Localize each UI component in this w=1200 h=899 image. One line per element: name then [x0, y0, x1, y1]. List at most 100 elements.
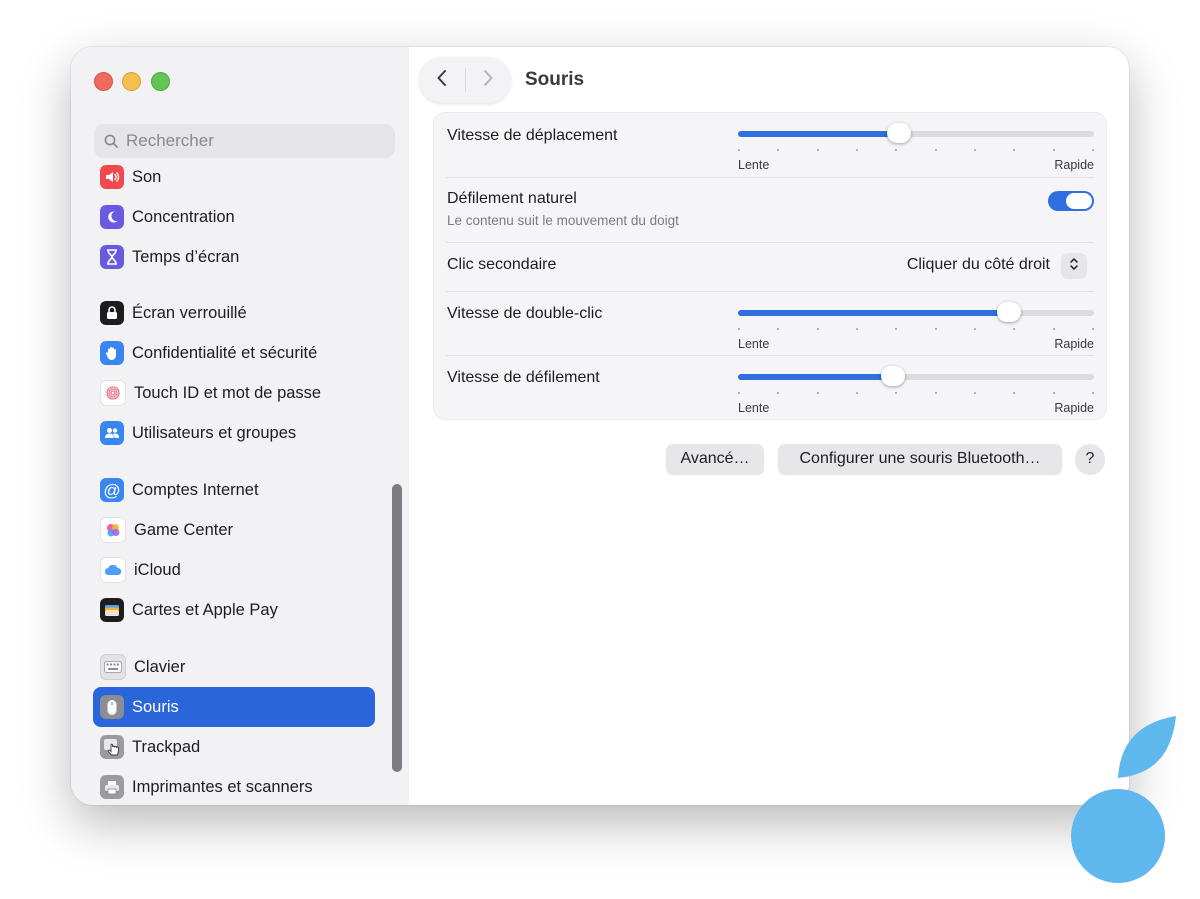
- fingerprint-icon: [100, 380, 126, 406]
- hand-icon: [100, 341, 124, 365]
- sidebar-item-label: Clavier: [134, 657, 186, 676]
- sidebar-item-souris[interactable]: Souris: [93, 687, 375, 727]
- slider-tick: [777, 149, 780, 151]
- sidebar-item-concentration[interactable]: Concentration: [93, 197, 375, 237]
- slider-min-label: Lente: [738, 337, 770, 351]
- users-icon: [100, 421, 124, 445]
- slider-tick: [777, 392, 780, 394]
- sidebar-item-imprimantes[interactable]: Imprimantes et scanners: [93, 767, 375, 805]
- sidebar-item-touch-id[interactable]: Touch ID et mot de passe: [93, 373, 375, 413]
- wallet-icon: [100, 598, 124, 622]
- slider-tick: [974, 392, 976, 394]
- back-button[interactable]: [419, 57, 465, 103]
- slider-fill: [738, 374, 892, 380]
- tracking-speed-label: Vitesse de déplacement: [447, 127, 618, 144]
- sidebar-item-label: Son: [132, 167, 162, 186]
- scroll-speed-slider[interactable]: Lente Rapide: [738, 366, 1094, 415]
- sidebar-item-label: Trackpad: [132, 737, 201, 756]
- chevron-up-down-icon: [1069, 257, 1079, 276]
- hourglass-icon: [100, 245, 124, 269]
- natural-scrolling-toggle[interactable]: [1048, 191, 1094, 211]
- trackpad-icon: [100, 735, 124, 759]
- slider-thumb[interactable]: [996, 302, 1021, 322]
- sidebar-item-trackpad[interactable]: Trackpad: [93, 727, 375, 767]
- sidebar-item-son[interactable]: Son: [93, 157, 375, 197]
- sidebar-item-temps-ecran[interactable]: Temps d’écran: [93, 237, 375, 277]
- sidebar-item-icloud[interactable]: iCloud: [93, 550, 375, 590]
- slider-fill: [738, 310, 1016, 316]
- slider-tick: [974, 149, 976, 151]
- zoom-window-button[interactable]: [151, 72, 170, 91]
- sidebar-item-label: Cartes et Apple Pay: [132, 600, 278, 619]
- toggle-knob: [1066, 193, 1092, 209]
- mouse-icon: [100, 695, 124, 719]
- minimize-window-button[interactable]: [122, 72, 141, 91]
- slider-tick: [1013, 149, 1016, 151]
- slider-tick: [738, 149, 740, 151]
- configure-bluetooth-mouse-button[interactable]: Configurer une souris Bluetooth…: [778, 444, 1062, 474]
- slider-fill: [738, 131, 899, 137]
- keyboard-icon: [100, 654, 126, 680]
- slider-tick: [934, 392, 937, 394]
- slider-ticks: [738, 392, 1094, 396]
- advanced-button[interactable]: Avancé…: [666, 444, 764, 474]
- sidebar-item-confidentialite[interactable]: Confidentialité et sécurité: [93, 333, 375, 373]
- slider-tick: [1092, 149, 1094, 151]
- secondary-click-row: Clic secondaire Cliquer du côté droit: [434, 243, 1106, 291]
- cloud-icon: [100, 557, 126, 583]
- sidebar-item-label: Utilisateurs et groupes: [132, 423, 297, 442]
- double-click-speed-slider[interactable]: Lente Rapide: [738, 302, 1094, 351]
- secondary-click-popup-button[interactable]: [1061, 253, 1087, 279]
- slider-thumb[interactable]: [887, 123, 912, 143]
- sidebar-item-ecran-verrouille[interactable]: Écran verrouillé: [93, 293, 375, 333]
- slider-thumb[interactable]: [880, 366, 905, 386]
- forward-button[interactable]: [465, 57, 511, 103]
- printer-icon: [100, 775, 124, 799]
- slider-tick: [974, 328, 976, 330]
- slider-tick: [816, 328, 819, 330]
- double-click-speed-label: Vitesse de double-clic: [447, 305, 603, 322]
- search-icon: [104, 134, 118, 148]
- slider-tick: [1092, 392, 1094, 394]
- sidebar-item-label: Imprimantes et scanners: [132, 777, 313, 796]
- close-window-button[interactable]: [94, 72, 113, 91]
- at-icon: @: [100, 478, 124, 502]
- slider-tick: [816, 149, 819, 151]
- sidebar-item-game-center[interactable]: Game Center: [93, 510, 375, 550]
- slider-tick: [777, 328, 780, 330]
- tracking-speed-row: Vitesse de déplacement Lente Rapide: [434, 113, 1106, 177]
- natural-scrolling-row: Défilement naturel Le contenu suit le mo…: [434, 178, 1106, 242]
- help-button[interactable]: ?: [1075, 444, 1105, 474]
- scroll-speed-label: Vitesse de défilement: [447, 369, 600, 386]
- search-input[interactable]: [124, 130, 378, 152]
- slider-max-label: Rapide: [1054, 337, 1094, 351]
- settings-panel: Vitesse de déplacement Lente Rapide Défi…: [433, 112, 1107, 420]
- slider-tick: [856, 392, 858, 394]
- sidebar-item-utilisateurs[interactable]: Utilisateurs et groupes: [93, 413, 375, 453]
- slider-max-label: Rapide: [1054, 401, 1094, 415]
- sidebar-item-comptes-internet[interactable]: @ Comptes Internet: [93, 470, 375, 510]
- slider-tick: [895, 149, 898, 151]
- slider-ticks: [738, 149, 1094, 153]
- slider-ticks: [738, 328, 1094, 332]
- page-title: Souris: [525, 69, 585, 90]
- secondary-click-select[interactable]: Cliquer du côté droit: [907, 256, 1050, 274]
- speaker-icon: [100, 165, 124, 189]
- navigation-buttons: [419, 57, 511, 103]
- main-content: Souris Vitesse de déplacement Lente Rapi…: [409, 47, 1129, 805]
- double-click-speed-row: Vitesse de double-clic Lente Rapide: [434, 292, 1106, 355]
- sidebar-item-label: Game Center: [134, 520, 234, 539]
- tracking-speed-slider[interactable]: Lente Rapide: [738, 123, 1094, 172]
- slider-tick: [1092, 328, 1094, 330]
- secondary-click-label: Clic secondaire: [447, 256, 557, 273]
- sidebar-scrollbar[interactable]: [392, 484, 402, 772]
- search-field[interactable]: [94, 124, 395, 158]
- sidebar-item-clavier[interactable]: Clavier: [93, 647, 375, 687]
- slider-tick: [934, 149, 937, 151]
- slider-tick: [1052, 392, 1055, 394]
- sidebar-item-label: Souris: [132, 697, 179, 716]
- sidebar: Son Concentration Temps d’écran Écran ve…: [71, 47, 410, 805]
- slider-tick: [1013, 392, 1016, 394]
- natural-scrolling-description: Le contenu suit le mouvement du doigt: [447, 213, 679, 228]
- sidebar-item-cartes-apple-pay[interactable]: Cartes et Apple Pay: [93, 590, 375, 630]
